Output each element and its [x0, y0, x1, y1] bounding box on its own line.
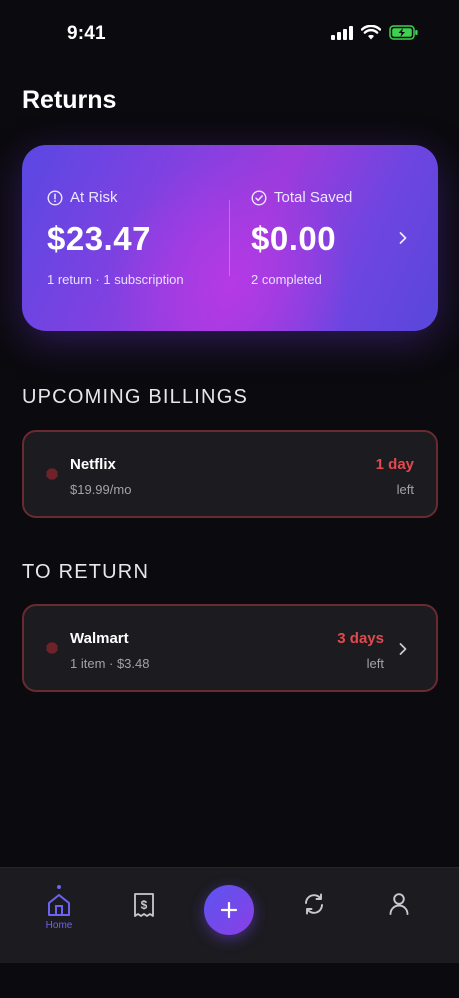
svg-text:$: $ — [141, 898, 148, 912]
tab-bills[interactable]: $ — [114, 868, 174, 964]
status-dot-icon — [46, 642, 58, 654]
total-saved-subtext: 2 completed — [251, 272, 322, 287]
add-button[interactable] — [204, 885, 254, 935]
bottom-tab-bar: Home $ — [0, 867, 459, 964]
return-item-detail: 1 item · $3.48 — [70, 656, 150, 671]
returns-summary-card[interactable]: At Risk $23.47 1 return · 1 subscription… — [22, 145, 438, 331]
return-store-name: Walmart — [70, 630, 129, 647]
total-saved-value: $0.00 — [251, 220, 337, 257]
billing-name: Netflix — [70, 456, 116, 473]
billing-item-netflix[interactable]: Netflix $19.99/mo 1 day left — [22, 430, 438, 518]
section-title-upcoming-billings: UPCOMING BILLINGS — [22, 386, 248, 408]
home-indicator-area — [0, 963, 459, 998]
check-circle-icon — [251, 189, 267, 206]
return-due-suffix: left — [366, 656, 384, 671]
alert-circle-icon — [47, 189, 63, 206]
tab-home[interactable]: Home — [29, 868, 89, 964]
section-title-to-return: TO RETURN — [22, 561, 150, 583]
return-item-walmart[interactable]: Walmart 1 item · $3.48 3 days left — [22, 604, 438, 692]
billing-due: 1 day — [375, 456, 414, 473]
sync-icon — [305, 893, 323, 915]
chevron-right-icon[interactable] — [398, 230, 408, 246]
billing-price: $19.99/mo — [70, 482, 132, 497]
plus-icon — [220, 901, 238, 919]
battery-charging-icon — [389, 25, 418, 40]
home-icon — [48, 894, 70, 916]
status-time: 9:41 — [67, 23, 106, 44]
tab-subscriptions[interactable] — [284, 868, 344, 964]
page-title: Returns — [22, 86, 117, 114]
signal-icon — [331, 25, 353, 40]
chevron-right-icon[interactable] — [398, 641, 408, 657]
at-risk-label: At Risk — [70, 189, 118, 206]
active-indicator — [57, 885, 61, 889]
total-saved-label: Total Saved — [274, 189, 353, 206]
at-risk-value: $23.47 — [47, 220, 151, 257]
return-due: 3 days — [337, 630, 384, 647]
profile-icon — [389, 893, 409, 915]
tab-home-label: Home — [45, 920, 73, 931]
at-risk-stat: At Risk $23.47 1 return · 1 subscription — [47, 189, 184, 287]
status-dot-icon — [46, 468, 58, 480]
at-risk-subtext: 1 return · 1 subscription — [47, 272, 184, 287]
receipt-icon: $ — [134, 893, 154, 917]
billing-due-suffix: left — [396, 482, 414, 497]
tab-profile[interactable] — [369, 868, 429, 964]
stat-divider — [229, 200, 230, 276]
total-saved-stat: Total Saved $0.00 2 completed — [251, 189, 352, 287]
status-bar: 9:41 — [0, 0, 459, 70]
wifi-icon — [361, 25, 381, 40]
status-icons — [331, 25, 419, 40]
